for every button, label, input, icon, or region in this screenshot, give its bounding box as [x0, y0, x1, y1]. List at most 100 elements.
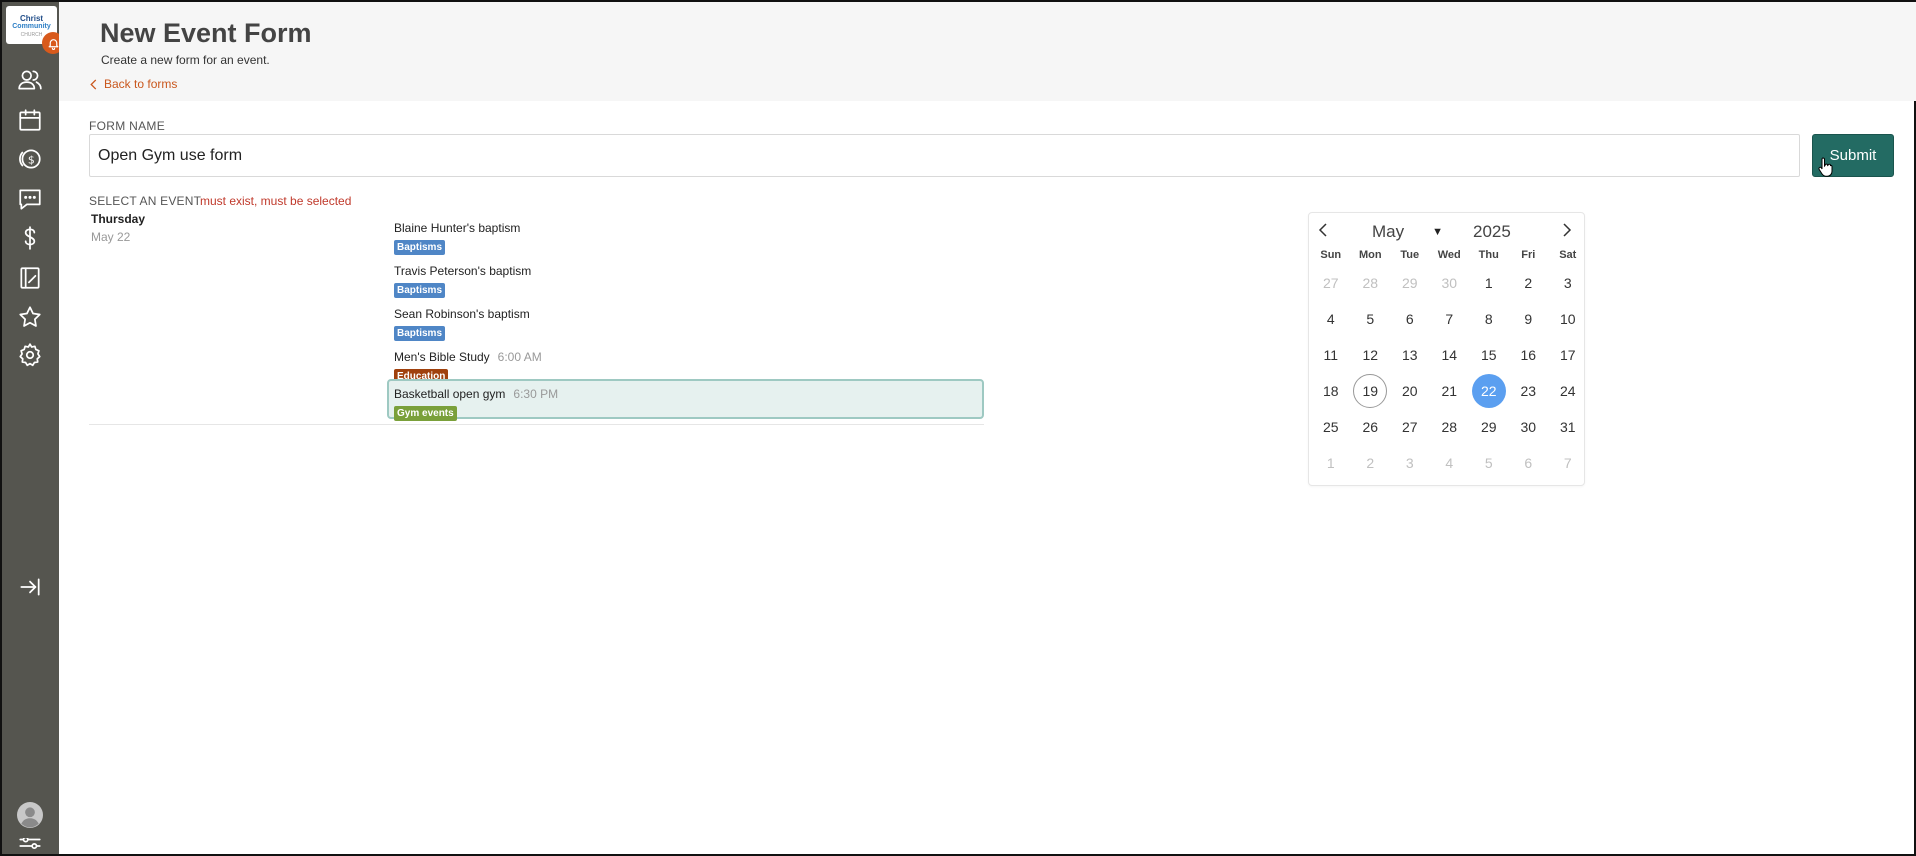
calendar-day-number: 3	[1563, 275, 1572, 291]
calendar-day[interactable]: 29	[1469, 409, 1509, 445]
gear-icon[interactable]	[16, 341, 44, 369]
calendar-day[interactable]: 15	[1469, 337, 1509, 373]
calendar-day[interactable]: 7	[1430, 301, 1470, 337]
event-item[interactable]: Sean Robinson's baptism Baptisms	[387, 299, 984, 341]
calendar-day-today[interactable]: 19	[1351, 373, 1391, 409]
calendar-day[interactable]: 2	[1509, 265, 1549, 301]
calendar-day-number: 30	[1441, 275, 1458, 291]
calendar-day[interactable]: 12	[1351, 337, 1391, 373]
star-icon[interactable]	[16, 303, 44, 331]
calendar-day[interactable]: 28	[1430, 409, 1470, 445]
calendar-day[interactable]: 1	[1469, 265, 1509, 301]
event-title: Travis Peterson's baptism	[394, 264, 532, 278]
calendar-icon[interactable]	[16, 106, 44, 134]
calendar-day[interactable]: 30	[1509, 409, 1549, 445]
event-title-row: Sean Robinson's baptism	[394, 305, 977, 323]
select-event-error: must exist, must be selected	[200, 194, 352, 208]
event-category-badge: Baptisms	[394, 326, 446, 341]
calendar-day-number: 12	[1362, 347, 1379, 363]
calendar-day[interactable]: 30	[1430, 265, 1470, 301]
calendar-day-number: 6	[1524, 455, 1533, 471]
calendar-day[interactable]: 14	[1430, 337, 1470, 373]
year-input[interactable]: 2025	[1473, 222, 1511, 242]
calendar-day[interactable]: 2	[1351, 445, 1391, 481]
form-name-input[interactable]	[89, 134, 1800, 177]
calendar-day[interactable]: 3	[1390, 445, 1430, 481]
calendar-day[interactable]: 27	[1311, 265, 1351, 301]
page-header: New Event Form Create a new form for an …	[59, 2, 1916, 101]
calendar-day-number: 20	[1401, 383, 1418, 399]
calendar-day[interactable]: 23	[1509, 373, 1549, 409]
event-tag-row: Baptisms	[394, 237, 977, 255]
event-item[interactable]: Travis Peterson's baptism Baptisms	[387, 256, 984, 298]
calendar-day[interactable]: 5	[1351, 301, 1391, 337]
calendar-day[interactable]: 8	[1469, 301, 1509, 337]
calendar-day[interactable]: 27	[1390, 409, 1430, 445]
calendar-day[interactable]: 5	[1469, 445, 1509, 481]
calendar-day[interactable]: 29	[1390, 265, 1430, 301]
calendar-day-number: 1	[1326, 455, 1335, 471]
date-picker: May ▼ 2025 Sun Mon Tue Wed Thu Fri Sat 27 28 29 30…	[1308, 212, 1585, 486]
calendar-day[interactable]: 17	[1548, 337, 1588, 373]
calendar-day-number: 25	[1322, 419, 1339, 435]
calendar-day[interactable]: 26	[1351, 409, 1391, 445]
calendar-day[interactable]: 9	[1509, 301, 1549, 337]
event-item[interactable]: Basketball open gym 6:30 PM Gym events	[387, 379, 984, 421]
event-item[interactable]: Blaine Hunter's baptism Baptisms	[387, 213, 984, 255]
calendar-day[interactable]: 10	[1548, 301, 1588, 337]
dollar-icon[interactable]	[16, 224, 44, 252]
calendar-day[interactable]: 4	[1430, 445, 1470, 481]
calendar-day[interactable]: 13	[1390, 337, 1430, 373]
back-to-forms-link[interactable]: Back to forms	[89, 77, 177, 91]
event-title: Sean Robinson's baptism	[394, 307, 530, 321]
calendar-day[interactable]: 6	[1509, 445, 1549, 481]
event-category-badge: Baptisms	[394, 240, 446, 255]
calendar-day-number: 29	[1401, 275, 1418, 291]
event-time: 6:30 PM	[513, 387, 559, 401]
logo-line-1: Christ	[19, 14, 44, 23]
calendar-day-number: 6	[1405, 311, 1414, 327]
calendar-day[interactable]: 31	[1548, 409, 1588, 445]
calendar-day-number: 1	[1484, 275, 1493, 291]
calendar-day-selected[interactable]: 22	[1469, 373, 1509, 409]
event-title-row: Men's Bible Study 6:00 AM	[394, 348, 977, 366]
calendar-day-number: 9	[1524, 311, 1533, 327]
month-select[interactable]: May ▼	[1372, 222, 1443, 242]
weekday-header: Wed	[1437, 249, 1461, 261]
calendar-day-number: 30	[1520, 419, 1537, 435]
collapse-icon[interactable]	[16, 573, 44, 601]
calendar-day[interactable]: 7	[1548, 445, 1588, 481]
calendar-day[interactable]: 16	[1509, 337, 1549, 373]
calendar-day-number: 18	[1322, 383, 1339, 399]
weekday-header: Thu	[1478, 249, 1499, 261]
calendar-day[interactable]: 25	[1311, 409, 1351, 445]
event-item[interactable]: Men's Bible Study 6:00 AM Education	[387, 342, 984, 384]
event-day-name: Thursday	[91, 212, 146, 226]
calendar-day-number: 16	[1520, 347, 1537, 363]
calendar-day[interactable]: 4	[1311, 301, 1351, 337]
calendar-day[interactable]: 20	[1390, 373, 1430, 409]
prev-month-button[interactable]	[1317, 223, 1333, 239]
event-category-badge: Baptisms	[394, 283, 446, 298]
giving-icon[interactable]: $	[16, 145, 44, 173]
calendar-day-number: 22	[1471, 374, 1506, 408]
calendar-day[interactable]: 11	[1311, 337, 1351, 373]
next-month-button[interactable]	[1561, 223, 1577, 239]
calendar-day[interactable]: 1	[1311, 445, 1351, 481]
calendar-day[interactable]: 28	[1351, 265, 1391, 301]
people-icon[interactable]	[16, 66, 44, 94]
svg-text:$: $	[28, 153, 35, 166]
notebook-icon[interactable]	[16, 264, 44, 292]
calendar-day-number: 19	[1353, 374, 1388, 408]
sliders-icon[interactable]	[16, 838, 44, 854]
calendar-day-number: 4	[1445, 455, 1454, 471]
calendar-day[interactable]: 21	[1430, 373, 1470, 409]
weekday-header: Sun	[1320, 249, 1342, 261]
calendar-day[interactable]: 24	[1548, 373, 1588, 409]
calendar-day[interactable]: 6	[1390, 301, 1430, 337]
calendar-day[interactable]: 3	[1548, 265, 1588, 301]
avatar-icon[interactable]	[16, 801, 44, 829]
event-title: Men's Bible Study	[394, 350, 490, 364]
calendar-day[interactable]: 18	[1311, 373, 1351, 409]
messages-icon[interactable]	[16, 185, 44, 213]
